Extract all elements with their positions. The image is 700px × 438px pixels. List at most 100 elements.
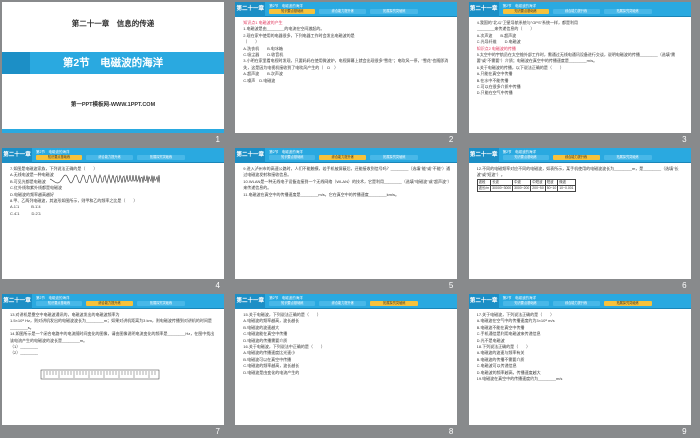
chapter-label: 第二十一章: [235, 148, 266, 163]
text-line: 11.电磁波在真空中的传播速度是________m/s，它在真空中的传播速度__…: [243, 191, 400, 197]
tab-2[interactable]: 综合能力提升练: [552, 9, 600, 14]
tab-1[interactable]: 知识要点基础练: [36, 301, 82, 306]
text-line: 5.太空中的宇航员在太空舱外部工作时，需通过无线电通讯设备进行交谈，说明电磁波的…: [476, 52, 676, 64]
slide-thumbnail[interactable]: 第二十一章 第2节 电磁波的海洋 知识要点基础练 综合能力提升练 拓展探究突破练 4.我国…: [467, 0, 700, 146]
tab-3[interactable]: 拓展探究突破练: [370, 155, 419, 160]
slide-canvas[interactable]: 第二十一章 第2节 电磁波的海洋 知识要点基础练 综合能力提升练 拓展探究突破练 17.关…: [468, 294, 691, 425]
tab-1[interactable]: 知识要点基础练: [502, 301, 549, 306]
section-title: 第2节 电磁波的海洋: [62, 57, 164, 69]
slide-header: 第二十一章 第2节 电磁波的海洋 知识要点基础练 综合能力提升练 拓展探究突破练: [235, 148, 458, 163]
tab-2[interactable]: 综合能力提升练: [552, 155, 600, 160]
slide-canvas[interactable]: 第二十一章 第2节 电磁波的海洋 知识要点基础练 综合能力提升练 拓展探究突破练知识点1…: [235, 2, 458, 133]
tab-2[interactable]: 综合能力提升练: [86, 155, 133, 160]
slide-body: 17.关于电磁波，下列说法正确的是（ ） A.电磁波在空气中的传播速度约为3×10…: [477, 312, 685, 421]
slide-thumbnail[interactable]: 第二十一章 第2节 电磁波的海洋 知识要点基础练 综合能力提升练 拓展探究突破练 7.如图…: [0, 146, 233, 292]
slide-body: 13.对讲机是靠空中电磁波通讯的，电磁波发出的电磁波频率为 1.5×10⁸ Hz，…: [10, 312, 218, 421]
slide-canvas[interactable]: 第二十一章 第2节 电磁波的海洋 知识要点基础练 综合能力提升练 拓展探究突破练 4.我国…: [468, 2, 691, 133]
tab-2[interactable]: 综合能力提升练: [86, 301, 133, 306]
tab-3[interactable]: 拓展探究突破练: [603, 301, 652, 306]
slide-body: 知识点1 电磁波的产生 1.电磁波是由________的电流在空间激起的。 2.现在…: [243, 20, 451, 129]
section-label: 第2节 电磁波的海洋: [36, 296, 70, 300]
tab-2[interactable]: 综合能力提升练: [319, 155, 367, 160]
header-tabs: 第2节 电磁波的海洋 知识要点基础练 综合能力提升练 拓展探究突破练: [36, 296, 220, 307]
spectrum-figure: [50, 173, 160, 184]
slide-body: 9.进入泸州市的高速公路时，人们不能触摸，若手机被屏蔽后，还能接收到信号吗？__…: [243, 166, 451, 275]
chapter-label: 第二十一章: [2, 148, 32, 163]
text-line: 12.不同的电磁频率对应不同的电磁波，如表所示，某手机使用的电磁波波长为____…: [476, 166, 679, 178]
tab-3[interactable]: 拓展探究突破练: [603, 155, 652, 160]
header-tabs: 第2节 电磁波的海洋 知识要点基础练 综合能力提升练 拓展探究突破练: [269, 296, 453, 307]
tab-3[interactable]: 拓展探究突破练: [603, 9, 652, 14]
slide-number: 6: [682, 281, 687, 290]
slide-canvas[interactable]: 第二十一章 第2节 电磁波的海洋 知识要点基础练 综合能力提升练 拓展探究突破练 12.不…: [468, 148, 691, 279]
tab-1[interactable]: 知识要点基础练: [269, 301, 316, 306]
chapter-label: 第二十一章: [235, 294, 266, 309]
text-line: C.噪声 D.电磁波: [243, 77, 276, 83]
slide-body: 4.我国的"北斗"卫星导航系统与"GPS"系统一样，都是利用 ________来传…: [477, 20, 685, 129]
table-cell: 波长/m: [476, 184, 492, 192]
tab-1[interactable]: 知识要点基础练: [502, 155, 549, 160]
slide-canvas[interactable]: 第二十一章 第2节 电磁波的海洋 知识要点基础练 综合能力提升练 拓展探究突破练 15.关…: [235, 294, 458, 425]
slide-number: 9: [682, 427, 687, 436]
table-cell: 200~50: [530, 184, 546, 192]
slide-number: 5: [448, 281, 454, 290]
slide-header: 第二十一章 第2节 电磁波的海洋 知识要点基础练 综合能力提升练 拓展探究突破练: [468, 2, 691, 17]
tab-2[interactable]: 综合能力提升练: [552, 301, 600, 306]
section-label: 第2节 电磁波的海洋: [502, 4, 537, 8]
slide-thumbnail[interactable]: 第二十一章 第2节 电磁波的海洋 知识要点基础练 综合能力提升练 拓展探究突破练 13.对…: [0, 292, 233, 438]
slide-number: 1: [215, 135, 220, 144]
slide-number: 7: [215, 427, 220, 436]
slide-thumbnail[interactable]: 第二十一章 信息的传递 第2节 电磁波的海洋第一PPT模板网-WWW.1PPT.C…: [0, 0, 233, 146]
slide-thumbnail[interactable]: 第二十一章 第2节 电磁波的海洋 知识要点基础练 综合能力提升练 拓展探究突破练 9.进入…: [233, 146, 466, 292]
text-line: 9.进入泸州市的高速公路时，人们不能触摸，若手机被屏蔽后，还能接收到信号吗？__…: [243, 166, 451, 178]
text-line: 14.如图所示是一个闭合电路中的电流随时间变化的图像，请由图像说明电流变化的频率…: [10, 331, 215, 343]
tab-1[interactable]: 知识要点基础练: [269, 9, 316, 14]
slide-body: 12.不同的电磁频率对应不同的电磁波，如表所示，某手机使用的电磁波波长为____…: [477, 166, 685, 275]
slide-number: 4: [215, 281, 220, 290]
band-table: 波段 长波 中波 中短波 短波 微波 波长/m 30000~3000 3000~200 200~5…: [476, 178, 576, 192]
text-line: 10.WLAN是一种无线电子设备连接到一个无线网络（WLAN）的技术，它是利用_…: [243, 178, 450, 191]
header-tabs: 第2节 电磁波的海洋 知识要点基础练 综合能力提升练 拓展探究突破练: [36, 150, 220, 161]
section-label: 第2节 电磁波的海洋: [502, 296, 537, 300]
slide-thumbnail[interactable]: 第二十一章 第2节 电磁波的海洋 知识要点基础练 综合能力提升练 拓展探究突破练 15.关…: [233, 292, 466, 438]
slide-body: 7.如图是电磁波家族，下列说法正确的是（ ） A.无线电波是一种电磁波 B.可见光都…: [10, 166, 218, 275]
section-label: 第2节 电磁波的海洋: [269, 296, 303, 300]
slide-canvas[interactable]: 第二十一章 第2节 电磁波的海洋 知识要点基础练 综合能力提升练 拓展探究突破练 13.对…: [2, 294, 224, 425]
tab-1[interactable]: 知识要点基础练: [502, 9, 549, 14]
ruler-frame: [40, 369, 160, 380]
ruler-figure: [40, 369, 160, 380]
chapter-label: 第二十一章: [468, 294, 499, 309]
table-cell: 10~0.001: [557, 184, 576, 192]
tab-3[interactable]: 拓展探究突破练: [137, 301, 185, 306]
slide-header: 第二十一章 第2节 电磁波的海洋 知识要点基础练 综合能力提升练 拓展探究突破练: [235, 2, 458, 17]
header-tabs: 第2节 电磁波的海洋 知识要点基础练 综合能力提升练 拓展探究突破练: [502, 296, 687, 307]
slide-thumbnail[interactable]: 第二十一章 第2节 电磁波的海洋 知识要点基础练 综合能力提升练 拓展探究突破练知识点1…: [233, 0, 466, 146]
slide-canvas[interactable]: 第二十一章 第2节 电磁波的海洋 知识要点基础练 综合能力提升练 拓展探究突破练 9.进入…: [235, 148, 458, 279]
chapter-title: 第二十一章 信息的传递: [71, 19, 155, 28]
slide-body: 15.关于电磁波，下列说法正确的是（ ） A.电磁波的频率越高，波长越长 B.电磁波…: [243, 312, 451, 421]
slide-number: 8: [448, 427, 454, 436]
header-tabs: 第2节 电磁波的海洋 知识要点基础练 综合能力提升练 拓展探究突破练: [269, 4, 453, 15]
tab-1[interactable]: 知识要点基础练: [36, 155, 82, 160]
slide-header: 第二十一章 第2节 电磁波的海洋 知识要点基础练 综合能力提升练 拓展探究突破练: [468, 294, 691, 309]
slide-thumbnail[interactable]: 第二十一章 第2节 电磁波的海洋 知识要点基础练 综合能力提升练 拓展探究突破练 12.不…: [467, 146, 700, 292]
table-cell: 50~10: [544, 184, 559, 192]
tab-3[interactable]: 拓展探究突破练: [370, 9, 419, 14]
text-line: D.电磁波是由变化的电流产生的: [243, 369, 300, 375]
chapter-label: 第二十一章: [235, 2, 266, 17]
slide-thumbnail[interactable]: 第二十一章 第2节 电磁波的海洋 知识要点基础练 综合能力提升练 拓展探究突破练 17.关…: [467, 292, 700, 438]
tab-3[interactable]: 拓展探究突破练: [137, 155, 185, 160]
tab-1[interactable]: 知识要点基础练: [269, 155, 316, 160]
text-line: C.4∶1 D.2∶1: [10, 210, 41, 216]
text-line: 3.小明在家里看电视时发现，只要妈妈在使用微波炉，电视屏幕上就会出现很多"雪花"…: [243, 58, 449, 70]
slide-canvas[interactable]: 第二十一章 第2节 电磁波的海洋 知识要点基础练 综合能力提升练 拓展探究突破练 7.如图…: [2, 148, 224, 279]
tab-3[interactable]: 拓展探究突破练: [370, 301, 419, 306]
bottom-bar: [2, 129, 224, 133]
tab-2[interactable]: 综合能力提升练: [319, 301, 367, 306]
slide-canvas[interactable]: 第二十一章 信息的传递 第2节 电磁波的海洋第一PPT模板网-WWW.1PPT.C…: [2, 2, 224, 133]
text-line: 19.电磁波在真空中的传播速度约为________m/s: [476, 376, 563, 382]
slide-header: 第二十一章 第2节 电磁波的海洋 知识要点基础练 综合能力提升练 拓展探究突破练: [2, 148, 224, 163]
site-credit: 第一PPT模板网-WWW.1PPT.COM: [70, 102, 156, 108]
tab-2[interactable]: 综合能力提升练: [319, 9, 367, 14]
slide-header: 第二十一章 第2节 电磁波的海洋 知识要点基础练 综合能力提升练 拓展探究突破练: [2, 294, 224, 309]
